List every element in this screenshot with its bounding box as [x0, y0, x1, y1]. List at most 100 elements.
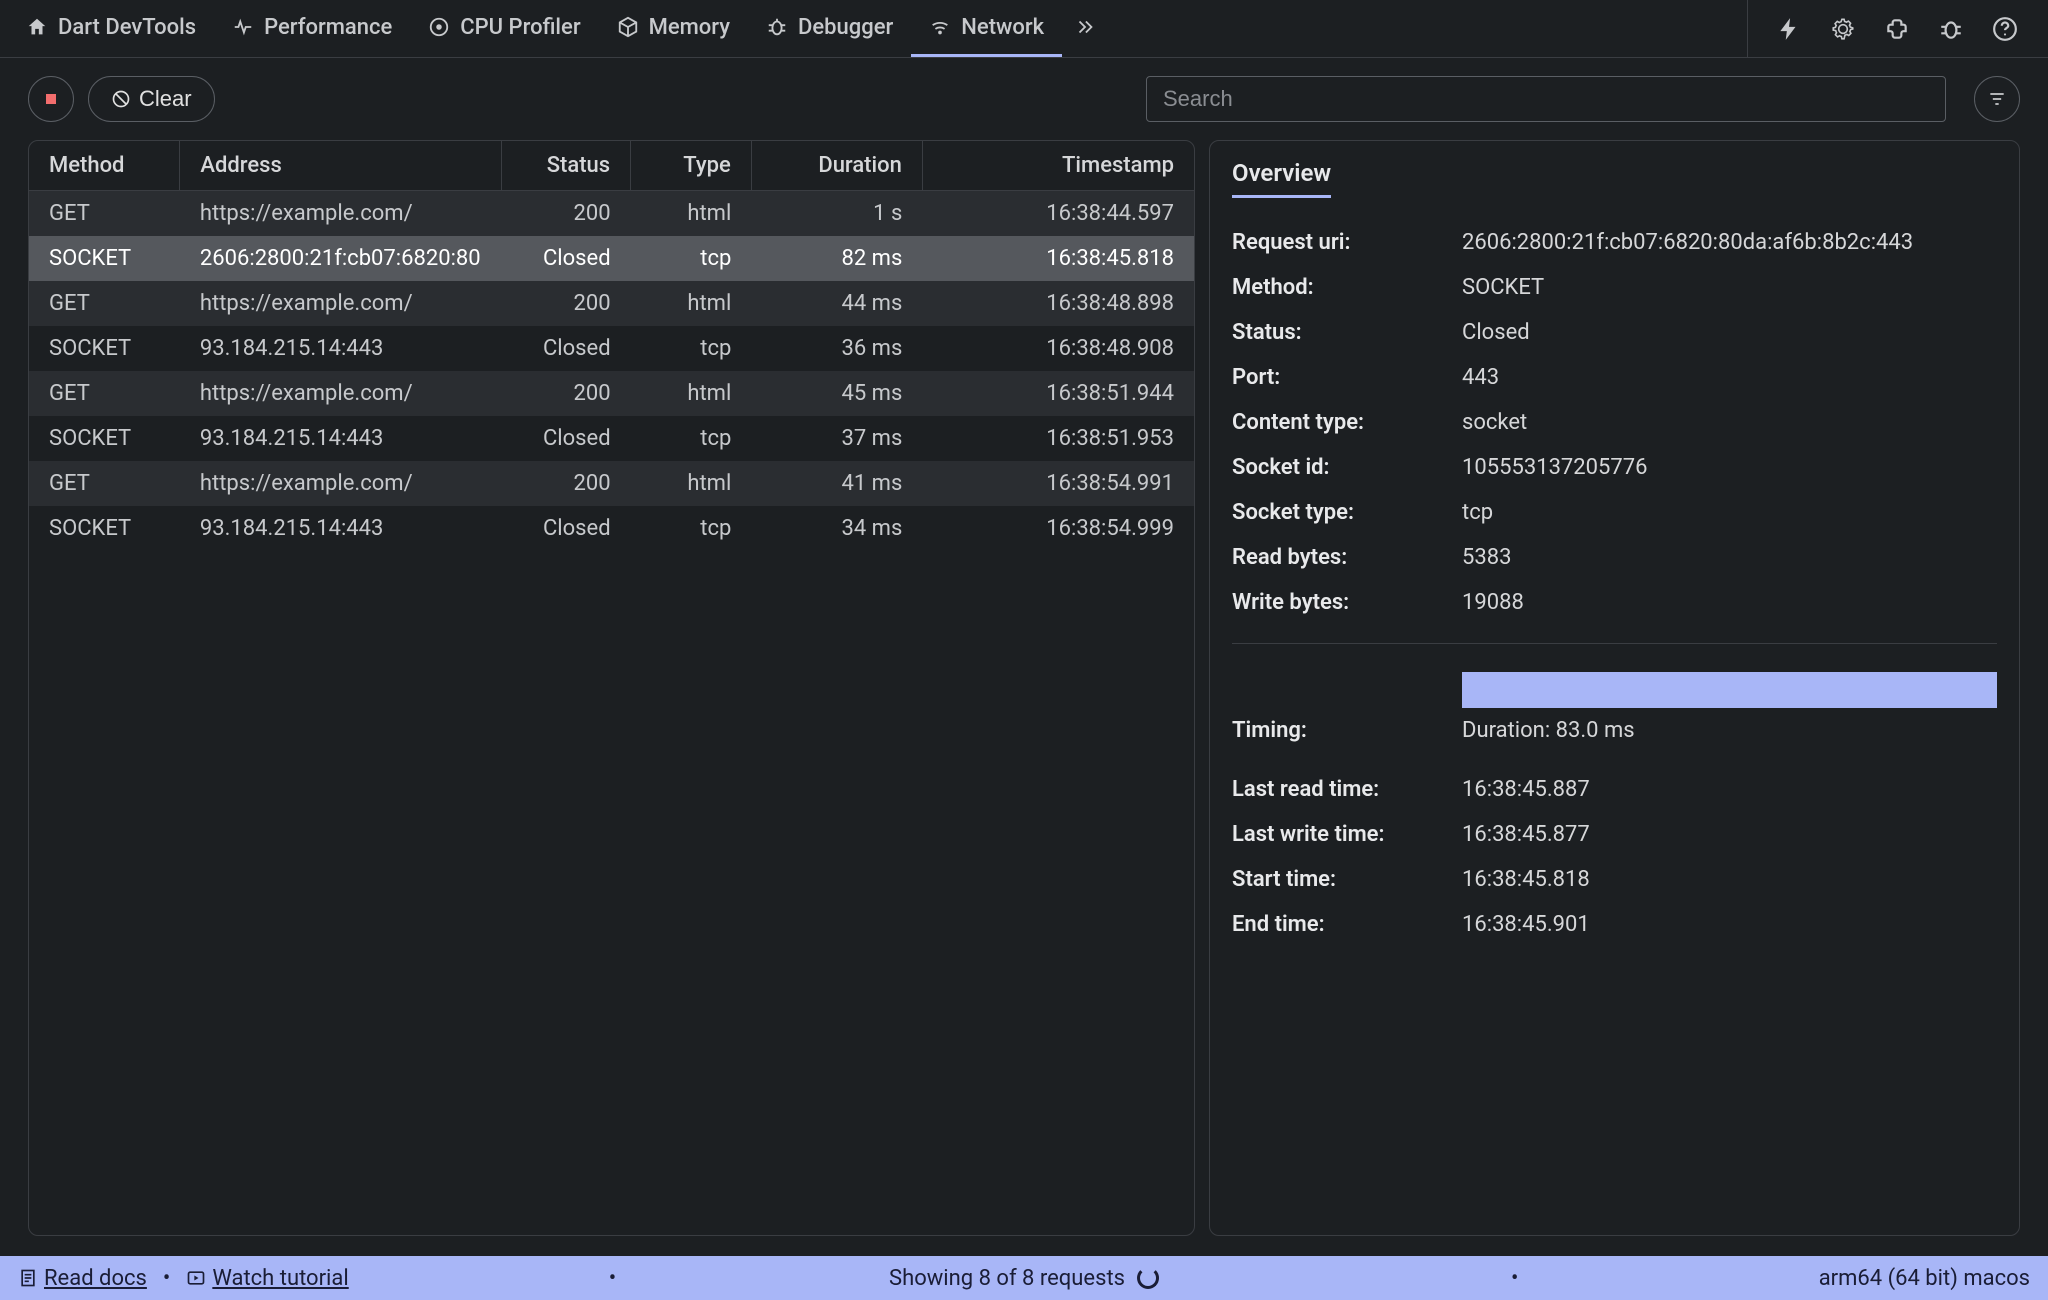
- cell-type: tcp: [631, 236, 752, 281]
- table-row[interactable]: SOCKET2606:2800:21f:cb07:6820:80Closedtc…: [29, 236, 1194, 281]
- cell-status: Closed: [502, 236, 631, 281]
- tab-memory[interactable]: Memory: [599, 0, 748, 57]
- cell-type: html: [631, 371, 752, 416]
- top-nav-actions: [1747, 0, 2040, 57]
- value-last-write-time: 16:38:45.877: [1462, 822, 1997, 847]
- play-icon: [186, 1268, 206, 1288]
- search-input[interactable]: [1146, 76, 1946, 122]
- cell-method: GET: [29, 281, 180, 326]
- cell-address: https://example.com/: [180, 281, 502, 326]
- col-type[interactable]: Type: [631, 141, 752, 191]
- label-status: Status:: [1232, 320, 1442, 345]
- table-row[interactable]: GEThttps://example.com/200html1 s16:38:4…: [29, 191, 1194, 237]
- bolt-icon[interactable]: [1776, 16, 1802, 42]
- separator: •: [163, 1266, 170, 1291]
- value-method: SOCKET: [1462, 275, 1997, 300]
- label-request-uri: Request uri:: [1232, 230, 1442, 255]
- cell-address: 93.184.215.14:443: [180, 326, 502, 371]
- target-icon: [428, 16, 450, 38]
- clear-label: Clear: [139, 86, 192, 112]
- toolbar: Clear: [0, 58, 2048, 140]
- cell-status: Closed: [502, 326, 631, 371]
- platform-info: arm64 (64 bit) macos: [1819, 1266, 2030, 1291]
- cell-method: SOCKET: [29, 506, 180, 551]
- cell-address: https://example.com/: [180, 191, 502, 237]
- col-duration[interactable]: Duration: [751, 141, 922, 191]
- doc-icon: [18, 1268, 38, 1288]
- value-status: Closed: [1462, 320, 1997, 345]
- statusbar-center: Showing 8 of 8 requests: [889, 1266, 1159, 1291]
- tab-label: Debugger: [798, 15, 893, 40]
- value-start-time: 16:38:45.818: [1462, 867, 1997, 892]
- filter-button[interactable]: [1974, 76, 2020, 122]
- cell-duration: 45 ms: [751, 371, 922, 416]
- watch-tutorial-link[interactable]: Watch tutorial: [212, 1266, 348, 1291]
- table-header-row: Method Address Status Type Duration Time…: [29, 141, 1194, 191]
- cell-method: GET: [29, 191, 180, 237]
- cell-type: html: [631, 191, 752, 237]
- gear-icon[interactable]: [1830, 16, 1856, 42]
- tab-overflow[interactable]: [1062, 0, 1108, 57]
- top-nav: Dart DevTools Performance CPU Profiler M…: [0, 0, 2048, 58]
- table-row[interactable]: SOCKET93.184.215.14:443Closedtcp34 ms16:…: [29, 506, 1194, 551]
- tab-label: Memory: [649, 15, 730, 40]
- cell-timestamp: 16:38:48.908: [922, 326, 1194, 371]
- cell-method: SOCKET: [29, 326, 180, 371]
- table-row[interactable]: GEThttps://example.com/200html44 ms16:38…: [29, 281, 1194, 326]
- label-last-read-time: Last read time:: [1232, 777, 1442, 802]
- value-end-time: 16:38:45.901: [1462, 912, 1997, 937]
- cell-duration: 41 ms: [751, 461, 922, 506]
- requests-table-panel: Method Address Status Type Duration Time…: [28, 140, 1195, 1236]
- cell-status: 200: [502, 191, 631, 237]
- cell-duration: 82 ms: [751, 236, 922, 281]
- tab-performance[interactable]: Performance: [214, 0, 410, 57]
- cell-address: 93.184.215.14:443: [180, 416, 502, 461]
- tab-debugger[interactable]: Debugger: [748, 0, 911, 57]
- cell-timestamp: 16:38:51.953: [922, 416, 1194, 461]
- cell-address: 93.184.215.14:443: [180, 506, 502, 551]
- label-method: Method:: [1232, 275, 1442, 300]
- requests-table: Method Address Status Type Duration Time…: [29, 141, 1194, 551]
- record-button[interactable]: [28, 76, 74, 122]
- col-method[interactable]: Method: [29, 141, 180, 191]
- cell-type: tcp: [631, 416, 752, 461]
- help-icon[interactable]: [1992, 16, 2018, 42]
- extension-icon[interactable]: [1884, 16, 1910, 42]
- read-docs-link[interactable]: Read docs: [44, 1266, 147, 1291]
- tab-label: Dart DevTools: [58, 15, 196, 40]
- cell-timestamp: 16:38:45.818: [922, 236, 1194, 281]
- value-write-bytes: 19088: [1462, 590, 1997, 615]
- label-read-bytes: Read bytes:: [1232, 545, 1442, 570]
- tab-dart-devtools[interactable]: Dart DevTools: [8, 0, 214, 57]
- table-row[interactable]: GEThttps://example.com/200html45 ms16:38…: [29, 371, 1194, 416]
- cell-type: tcp: [631, 326, 752, 371]
- tab-cpu-profiler[interactable]: CPU Profiler: [410, 0, 598, 57]
- col-timestamp[interactable]: Timestamp: [922, 141, 1194, 191]
- cell-address: 2606:2800:21f:cb07:6820:80: [180, 236, 502, 281]
- table-row[interactable]: SOCKET93.184.215.14:443Closedtcp36 ms16:…: [29, 326, 1194, 371]
- separator: •: [1511, 1266, 1518, 1291]
- tab-network[interactable]: Network: [911, 0, 1062, 57]
- chevron-double-right-icon: [1074, 16, 1096, 38]
- bug-report-icon[interactable]: [1938, 16, 1964, 42]
- pulse-icon: [232, 16, 254, 38]
- value-socket-id: 105553137205776: [1462, 455, 1997, 480]
- table-row[interactable]: GEThttps://example.com/200html41 ms16:38…: [29, 461, 1194, 506]
- cell-type: html: [631, 461, 752, 506]
- label-last-write-time: Last write time:: [1232, 822, 1442, 847]
- details-tab-overview[interactable]: Overview: [1232, 159, 1331, 198]
- cell-timestamp: 16:38:54.999: [922, 506, 1194, 551]
- statusbar: Read docs • Watch tutorial • Showing 8 o…: [0, 1256, 2048, 1300]
- label-timing: Timing:: [1232, 718, 1442, 743]
- cell-method: SOCKET: [29, 416, 180, 461]
- col-address[interactable]: Address: [180, 141, 502, 191]
- cell-timestamp: 16:38:44.597: [922, 191, 1194, 237]
- label-port: Port:: [1232, 365, 1442, 390]
- main-content: Method Address Status Type Duration Time…: [0, 140, 2048, 1256]
- clear-button[interactable]: Clear: [88, 76, 215, 122]
- table-row[interactable]: SOCKET93.184.215.14:443Closedtcp37 ms16:…: [29, 416, 1194, 461]
- col-status[interactable]: Status: [502, 141, 631, 191]
- tab-label: Performance: [264, 15, 392, 40]
- cell-status: 200: [502, 281, 631, 326]
- label-content-type: Content type:: [1232, 410, 1442, 435]
